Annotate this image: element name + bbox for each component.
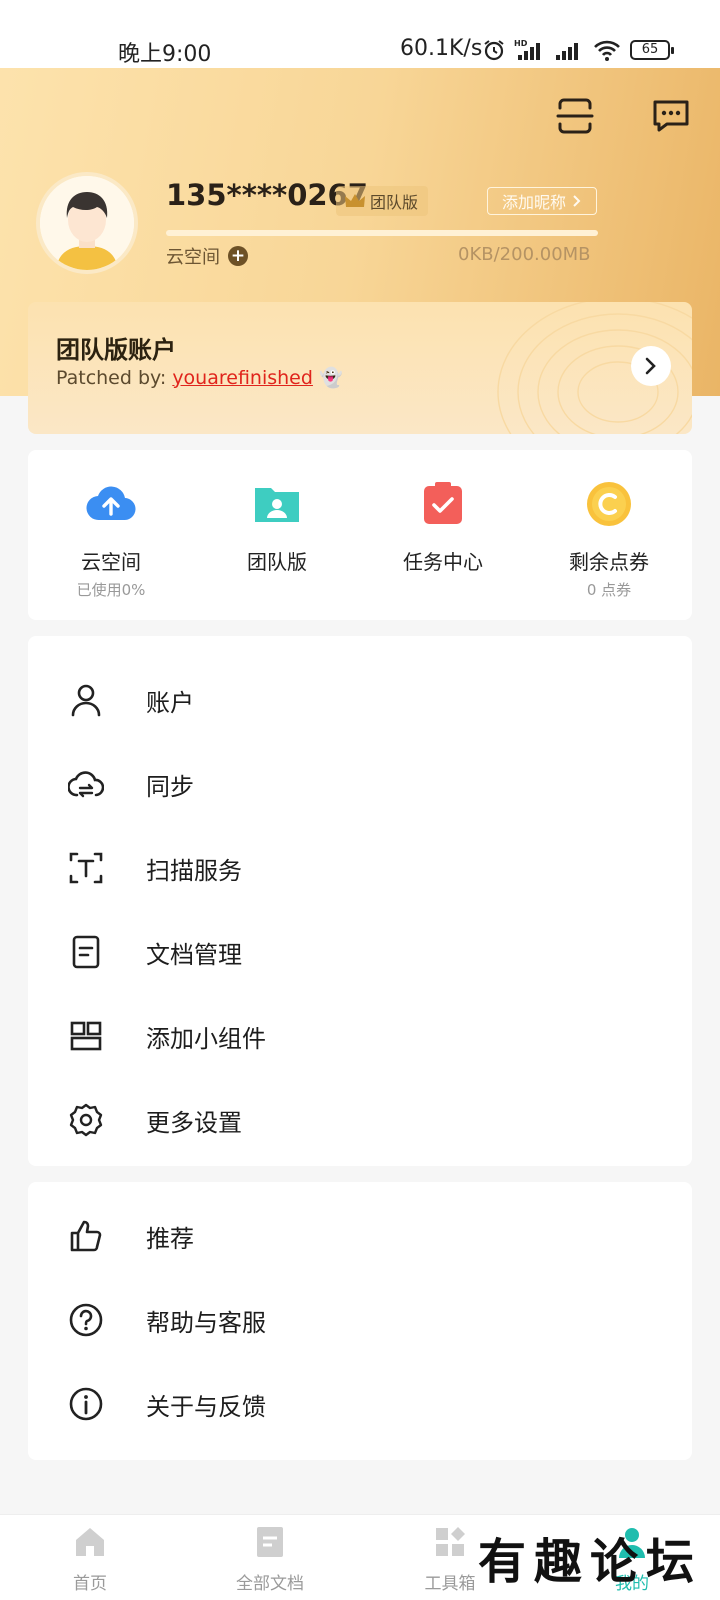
menu-label: 帮助与客服 [146, 1308, 266, 1337]
user-icon [71, 684, 101, 717]
gear-icon [69, 1103, 103, 1137]
task-check-icon [424, 482, 462, 524]
help-icon [69, 1303, 103, 1337]
menu-item-help-support[interactable]: 帮助与客服 [28, 1278, 692, 1362]
info-icon [69, 1387, 103, 1421]
menu-item-about-feedback[interactable]: 关于与反馈 [28, 1362, 692, 1446]
menu-item-sync[interactable]: 同步 [28, 742, 692, 826]
status-net-speed: 60.1K/s [400, 36, 483, 61]
avatar-illustration [40, 176, 134, 270]
quick-label: 剩余点券 [569, 550, 649, 574]
scan-icon [556, 98, 594, 134]
home-icon [76, 1528, 104, 1556]
status-icons: HD 65 [482, 36, 674, 64]
cloud-upload-icon [86, 486, 136, 521]
settings-menu-card: 账户 同步 扫描服务 文档管理 添加小组件 更多设置 [28, 636, 692, 1166]
menu-label: 文档管理 [146, 940, 242, 969]
team-badge-label: 团队版 [370, 193, 419, 212]
quick-cloud-space[interactable]: 云空间 已使用0% [28, 476, 194, 600]
quick-sub: 0 点券 [586, 581, 632, 599]
quick-label: 任务中心 [403, 550, 483, 574]
team-card-arrow-button[interactable] [631, 346, 671, 386]
quick-remaining-coupons[interactable]: 剩余点券 0 点券 [526, 476, 692, 600]
storage-progress [166, 230, 598, 236]
alarm-icon [484, 40, 504, 61]
menu-label: 更多设置 [146, 1108, 242, 1137]
menu-item-more-settings[interactable]: 更多设置 [28, 1078, 692, 1162]
document-icon [72, 935, 100, 969]
crown-icon [345, 194, 365, 207]
menu-label: 扫描服务 [146, 856, 242, 885]
menu-label: 同步 [146, 772, 194, 801]
team-card-title: 团队版账户 [56, 336, 176, 364]
widget-icon [70, 1021, 102, 1051]
add-nickname-label: 添加昵称 [501, 193, 566, 212]
help-menu-card: 推荐 帮助与客服 关于与反馈 [28, 1182, 692, 1460]
forum-watermark: 有趣论坛 [478, 1534, 703, 1590]
menu-item-add-widget[interactable]: 添加小组件 [28, 994, 692, 1078]
menu-item-document-management[interactable]: 文档管理 [28, 910, 692, 994]
cloud-space-label: 云空间 [166, 247, 220, 268]
menu-label: 账户 [146, 688, 194, 717]
add-nickname-button[interactable]: 添加昵称 [487, 187, 597, 215]
status-time: 晚上9:00 [118, 42, 212, 67]
chevron-right-icon [573, 195, 581, 207]
tab-all-documents[interactable]: 全部文档 [200, 1525, 340, 1594]
docs-icon [257, 1527, 283, 1557]
svg-text:HD: HD [514, 39, 528, 48]
menu-label: 添加小组件 [146, 1024, 266, 1053]
quick-team-edition[interactable]: 团队版 [194, 476, 360, 579]
storage-usage: 0KB/200.00MB [458, 244, 591, 265]
quick-task-center[interactable]: 任务中心 [360, 476, 526, 579]
cloud-sync-icon [68, 771, 104, 798]
tab-home[interactable]: 首页 [20, 1525, 160, 1594]
team-folder-icon [255, 488, 299, 522]
tab-label: 全部文档 [236, 1574, 304, 1594]
team-account-card[interactable]: 团队版账户 Patched by: youarefinished 👻 [28, 302, 692, 434]
menu-label: 关于与反馈 [146, 1392, 266, 1421]
menu-item-account[interactable]: 账户 [28, 658, 692, 742]
message-icon [653, 100, 689, 132]
team-card-subtitle: Patched by: youarefinished 👻 [56, 366, 343, 390]
chevron-right-icon [645, 357, 656, 375]
toolbox-icon [436, 1527, 465, 1556]
quick-actions-card: 云空间 已使用0% 团队版 任务中心 剩余点券 0 点券 [28, 450, 692, 620]
ghost-emoji: 👻 [318, 367, 343, 389]
signal-hd-icon: HD [514, 39, 540, 60]
thumbs-up-icon [70, 1220, 102, 1252]
message-button[interactable] [651, 96, 691, 136]
menu-label: 推荐 [146, 1224, 194, 1253]
coin-icon [587, 482, 631, 526]
menu-item-scan-service[interactable]: 扫描服务 [28, 826, 692, 910]
status-bar: 晚上9:00 60.1K/s HD 65 [0, 0, 720, 68]
patched-prefix: Patched by: [56, 366, 167, 389]
wifi-icon [594, 40, 620, 61]
patched-link[interactable]: youarefinished [172, 367, 313, 389]
battery-indicator: 65 [630, 40, 674, 60]
team-edition-badge: 团队版 [336, 186, 429, 216]
scan-button[interactable] [555, 96, 595, 136]
scan-text-icon [69, 852, 103, 884]
signal-icon [556, 43, 578, 60]
quick-sub: 已使用0% [76, 581, 146, 599]
avatar[interactable] [36, 172, 138, 274]
quick-label: 团队版 [247, 550, 307, 574]
plus-icon: + [228, 246, 248, 266]
tab-label: 首页 [73, 1574, 107, 1594]
cloud-space-link[interactable]: 云空间 + [166, 243, 248, 269]
quick-label: 云空间 [81, 550, 141, 574]
menu-item-recommend[interactable]: 推荐 [28, 1194, 692, 1278]
